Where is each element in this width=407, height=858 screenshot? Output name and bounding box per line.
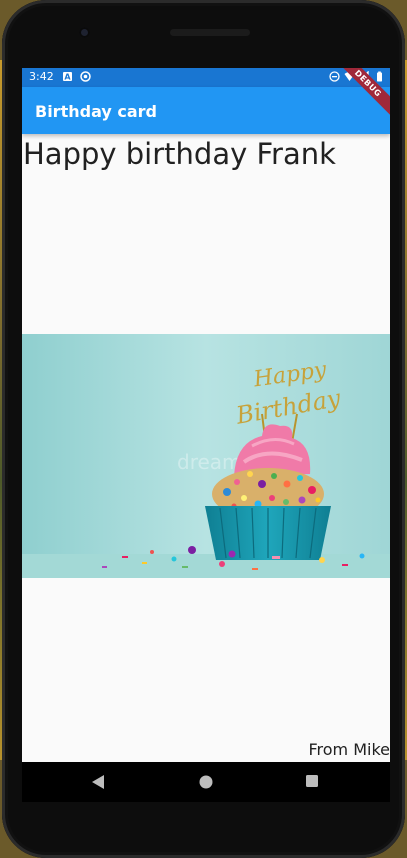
birthday-cupcake-image: dreams Happy Birthday xyxy=(22,334,390,578)
signature-text: From Mike xyxy=(308,740,390,759)
status-time: 3:42 xyxy=(29,70,54,83)
status-bar: 3:42 A xyxy=(22,68,390,87)
sync-icon xyxy=(80,71,91,82)
recents-icon[interactable] xyxy=(305,774,319,788)
battery-icon xyxy=(377,71,382,82)
earpiece-speaker xyxy=(170,29,250,36)
home-icon[interactable] xyxy=(198,774,214,790)
back-icon[interactable] xyxy=(91,774,105,790)
svg-text:A: A xyxy=(64,73,71,82)
greeting-text: Happy birthday Frank xyxy=(23,137,336,171)
app-screen: 3:42 A Birthday card DEBUG Happy birthda… xyxy=(22,68,390,762)
front-camera xyxy=(79,27,90,38)
app-bar-title: Birthday card xyxy=(35,102,157,121)
system-nav-bar xyxy=(22,762,390,802)
app-bar: Birthday card xyxy=(22,87,390,134)
dnd-icon xyxy=(329,71,340,82)
a-badge-icon: A xyxy=(63,72,72,82)
